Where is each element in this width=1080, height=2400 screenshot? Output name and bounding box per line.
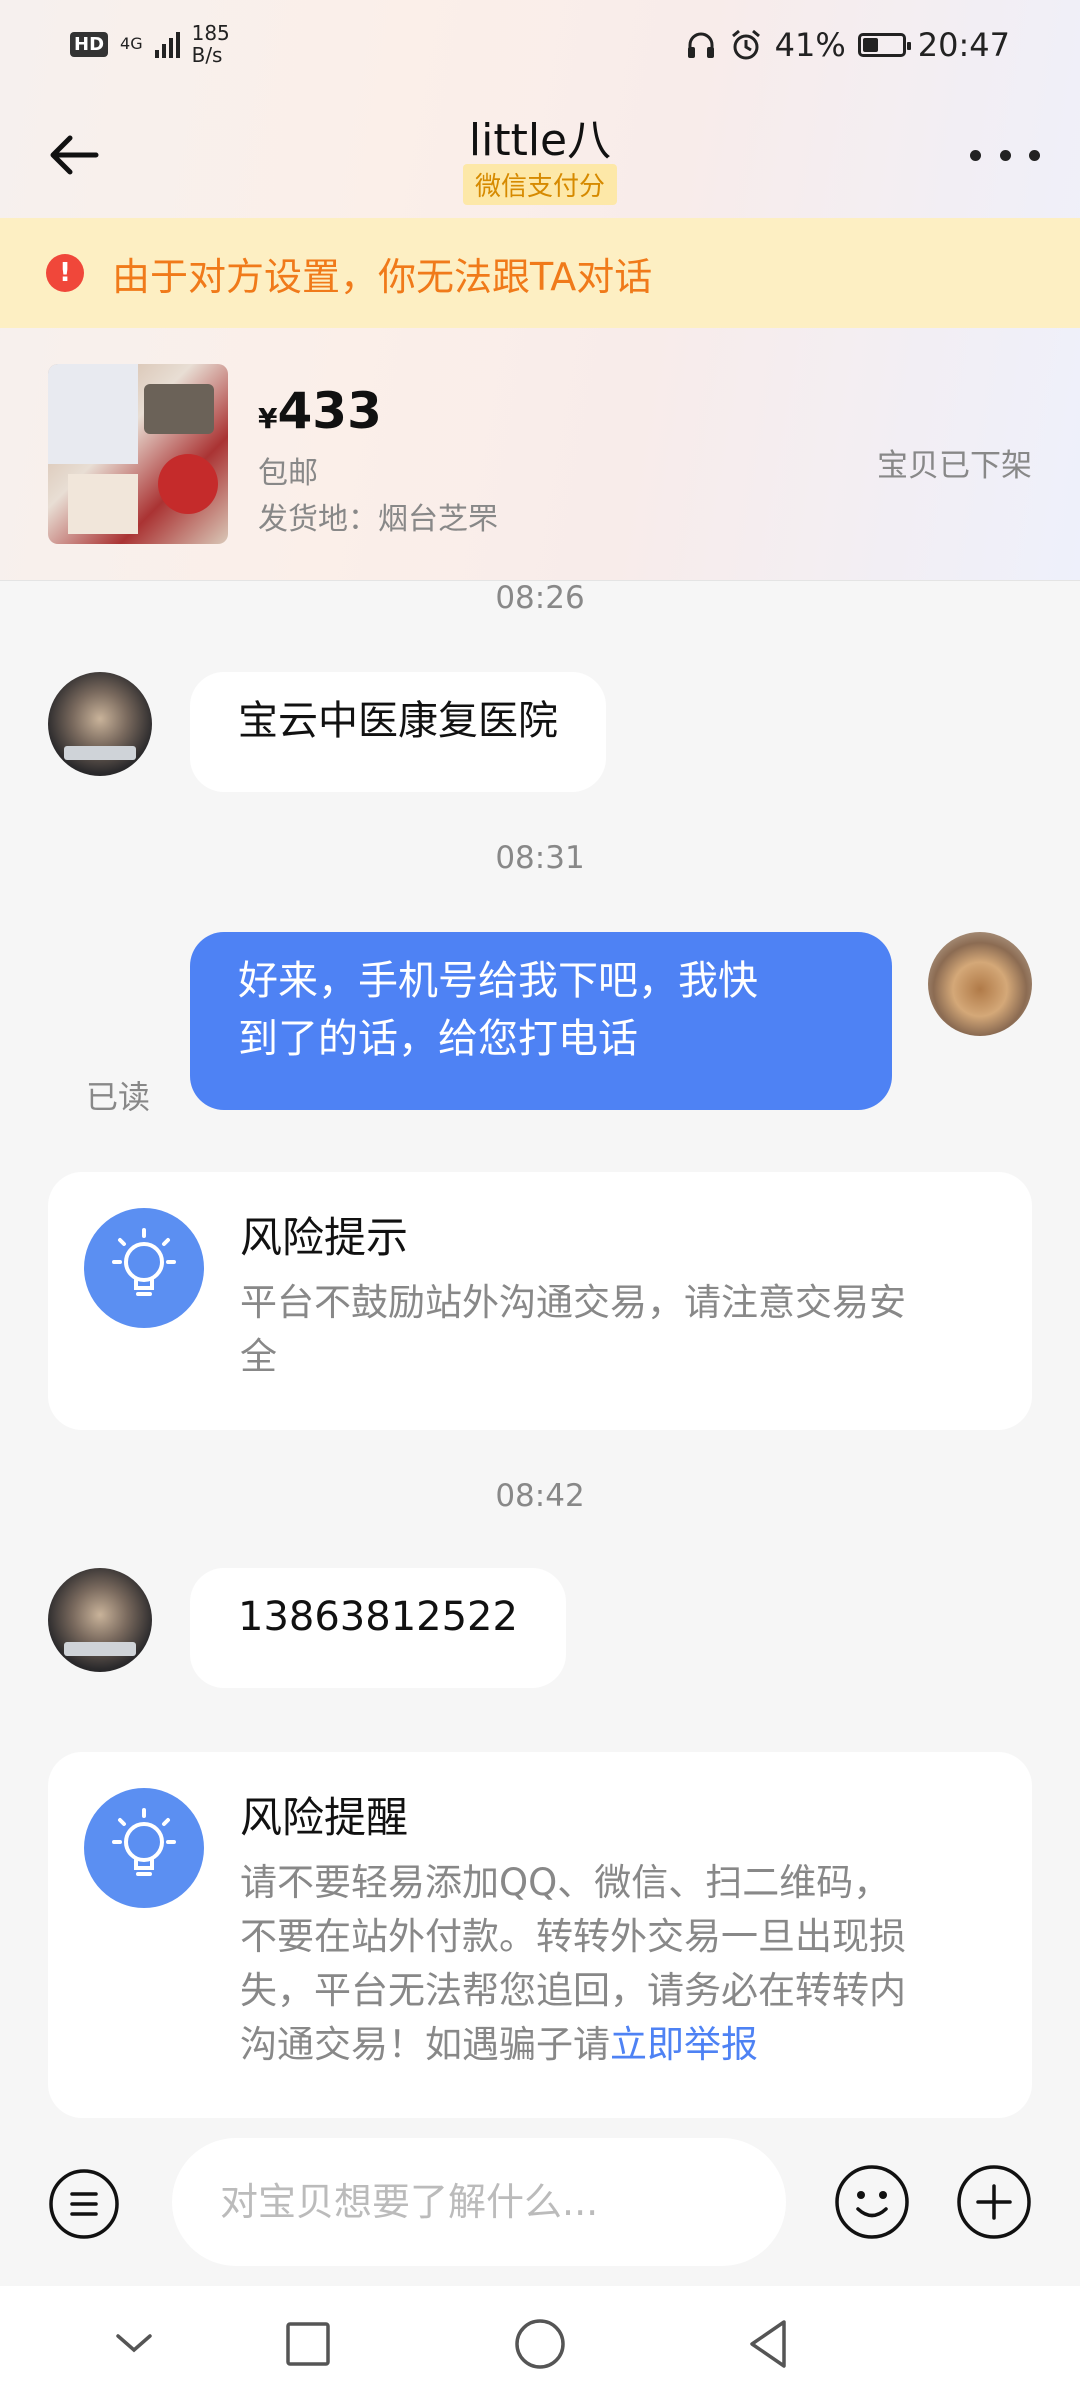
system-nav-bar xyxy=(0,2286,1080,2400)
message-line: 到了的话，给您打电话 xyxy=(238,1016,638,1062)
triangle-back-icon xyxy=(750,2320,786,2368)
status-left: HD 4G 185 B/s xyxy=(70,22,230,66)
product-card[interactable]: ¥433 包邮 发货地：烟台芝罘 宝贝已下架 xyxy=(0,330,1080,581)
product-status: 宝贝已下架 xyxy=(877,448,1032,484)
currency-symbol: ¥ xyxy=(258,402,278,435)
avatar-detail xyxy=(64,1642,136,1656)
thumb-shape xyxy=(48,364,138,464)
nav-recents-button[interactable] xyxy=(278,2314,338,2374)
risk-tip-card: 风险提示 平台不鼓励站外沟通交易，请注意交易安全 xyxy=(48,1172,1032,1430)
avatar[interactable] xyxy=(928,932,1032,1036)
lightbulb-icon xyxy=(84,1788,204,1908)
signal-icon xyxy=(154,30,180,58)
tip-line: 请不要轻易添加QQ、微信、扫二维码， xyxy=(240,1861,891,1904)
headphones-icon xyxy=(687,32,714,58)
timestamp: 08:31 xyxy=(495,840,585,876)
avatar[interactable] xyxy=(48,672,152,776)
nav-hide-button[interactable] xyxy=(104,2314,164,2374)
tip-body: 请不要轻易添加QQ、微信、扫二维码， 不要在站外付款。转转外交易一旦出现损 失，平台… xyxy=(240,1856,1000,2072)
network-speed: 185 B/s xyxy=(192,22,230,66)
avatar[interactable] xyxy=(48,1568,152,1672)
product-price: ¥433 xyxy=(258,382,382,440)
tip-line: 全 xyxy=(240,1335,277,1378)
tip-line: 沟通交易！如遇骗子请 xyxy=(240,2023,610,2066)
battery-icon xyxy=(857,33,911,57)
lightbulb-icon xyxy=(84,1208,204,1328)
alarm-icon xyxy=(731,29,760,60)
more-dot xyxy=(1029,149,1040,161)
speed-unit: B/s xyxy=(191,43,223,67)
product-thumbnail[interactable] xyxy=(48,364,228,544)
tip-title: 风险提醒 xyxy=(240,1793,409,1842)
exclamation-icon: ! xyxy=(46,254,84,292)
status-bar: HD 4G 185 B/s 41% 20:47 xyxy=(0,0,1080,92)
message-bubble-incoming[interactable]: 宝云中医康复医院 xyxy=(190,672,606,792)
read-status: 已读 xyxy=(86,1078,151,1116)
lightbulb-svg xyxy=(112,1808,176,1876)
nav-back-button[interactable] xyxy=(740,2314,800,2374)
chat-title: little八 xyxy=(468,115,612,166)
speed-value: 185 xyxy=(191,21,230,45)
input-bar: 对宝贝想要了解什么... xyxy=(0,2130,1080,2280)
tip-title: 风险提示 xyxy=(240,1213,409,1262)
message-bubble-outgoing[interactable]: 好来，手机号给我下吧，我快 到了的话，给您打电话 xyxy=(190,932,892,1110)
clock: 20:47 xyxy=(917,26,1010,64)
menu-icon xyxy=(49,2169,119,2239)
menu-button[interactable] xyxy=(48,2168,120,2240)
report-link[interactable]: 立即举报 xyxy=(610,2023,758,2066)
thumb-shape xyxy=(144,384,214,434)
risk-reminder-card: 风险提醒 请不要轻易添加QQ、微信、扫二维码， 不要在站外付款。转转外交易一旦出现… xyxy=(48,1752,1032,2118)
network-type: 4G xyxy=(120,34,143,53)
battery-fill xyxy=(862,38,879,52)
tip-line: 平台不鼓励站外沟通交易，请注意交易安 xyxy=(240,1281,906,1324)
status-right: 41% 20:47 xyxy=(685,26,1010,64)
lightbulb-svg xyxy=(112,1228,176,1296)
avatar-detail xyxy=(64,746,136,760)
emoji-button[interactable] xyxy=(834,2164,910,2240)
warning-banner: ! 由于对方设置，你无法跟TA对话 xyxy=(0,218,1080,328)
nav-home-button[interactable] xyxy=(510,2314,570,2374)
more-button[interactable] xyxy=(970,130,1040,180)
warning-text: 由于对方设置，你无法跟TA对话 xyxy=(112,254,653,299)
message-bubble-incoming[interactable]: 13863812522 xyxy=(190,1568,566,1688)
plus-button[interactable] xyxy=(956,2164,1032,2240)
price-value: 433 xyxy=(277,382,382,440)
timestamp: 08:42 xyxy=(495,1478,585,1514)
tip-line: 不要在站外付款。转转外交易一旦出现损 xyxy=(240,1915,906,1958)
thumb-shape xyxy=(158,454,218,514)
square-icon xyxy=(286,2322,330,2366)
wechat-pay-score-badge: 微信支付分 xyxy=(462,164,618,205)
emoji-icon xyxy=(835,2165,909,2239)
hd-badge: HD xyxy=(70,31,109,57)
chat-header: little八 微信支付分 xyxy=(0,92,1080,218)
plus-icon xyxy=(957,2165,1031,2239)
shipping-info: 包邮 xyxy=(258,456,318,491)
circle-icon xyxy=(515,2319,565,2369)
ship-origin: 发货地：烟台芝罘 xyxy=(258,502,498,537)
battery-percent: 41% xyxy=(774,26,846,64)
message-line: 好来，手机号给我下吧，我快 xyxy=(238,958,758,1004)
thumb-shape xyxy=(68,474,138,534)
more-dot xyxy=(999,149,1011,161)
timestamp: 08:26 xyxy=(495,580,585,616)
tip-body: 平台不鼓励站外沟通交易，请注意交易安全 xyxy=(240,1276,1000,1384)
chevron-down-icon xyxy=(116,2334,152,2353)
more-dots-icon xyxy=(970,149,981,161)
message-input[interactable]: 对宝贝想要了解什么... xyxy=(172,2138,786,2266)
tip-line: 失，平台无法帮您追回，请务必在转转内 xyxy=(240,1969,906,2012)
